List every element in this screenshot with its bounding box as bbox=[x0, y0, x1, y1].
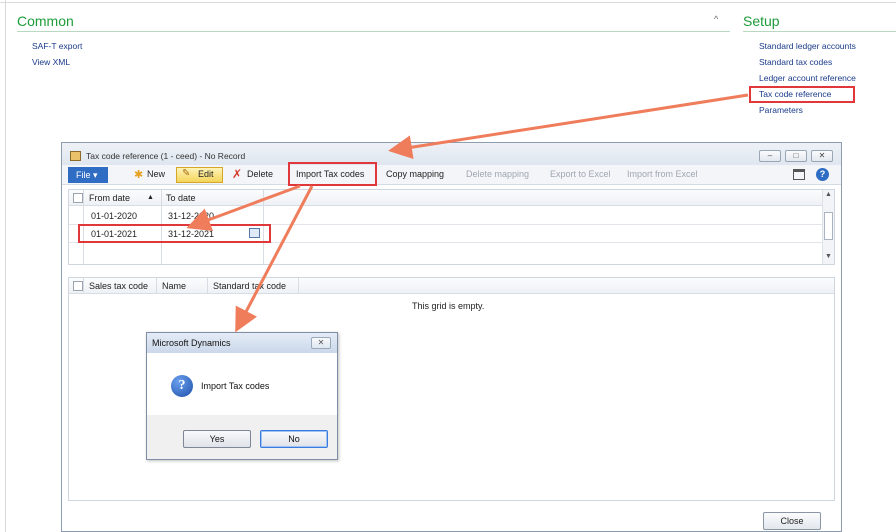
setup-section-rule bbox=[743, 31, 896, 32]
edit-button[interactable]: Edit bbox=[198, 169, 214, 179]
date-grid-header: From date ▲ To date bbox=[69, 190, 834, 206]
link-saft-export[interactable]: SAF-T export bbox=[32, 41, 82, 51]
from-date-cell[interactable]: 01-01-2020 bbox=[91, 211, 137, 221]
no-button[interactable]: No bbox=[260, 430, 328, 448]
annotation-box-import-tax-codes bbox=[288, 162, 377, 186]
file-menu-label: File bbox=[76, 170, 91, 180]
dialog-close-icon[interactable]: ✕ bbox=[311, 337, 331, 349]
select-all-checkbox[interactable] bbox=[73, 281, 83, 291]
annotation-box-tax-code-reference bbox=[749, 86, 855, 103]
page-left-edge bbox=[0, 0, 6, 532]
page-top-border bbox=[0, 2, 896, 3]
vertical-scrollbar[interactable]: ▲ ▼ bbox=[822, 190, 834, 264]
close-button[interactable]: Close bbox=[763, 512, 821, 530]
common-section-title: Common bbox=[17, 13, 74, 29]
close-icon[interactable]: ✕ bbox=[811, 150, 833, 162]
question-icon: ? bbox=[171, 375, 193, 397]
link-standard-ledger-accounts[interactable]: Standard ledger accounts bbox=[759, 41, 856, 51]
window-title-bar[interactable]: Tax code reference (1 - ceed) - No Recor… bbox=[62, 143, 841, 165]
minimize-icon[interactable]: – bbox=[759, 150, 781, 162]
col-to-date[interactable]: To date bbox=[166, 193, 196, 203]
confirm-dialog: Microsoft Dynamics ✕ ? Import Tax codes … bbox=[146, 332, 338, 460]
common-section-rule bbox=[17, 31, 730, 32]
help-icon[interactable]: ? bbox=[816, 168, 829, 181]
to-date-cell[interactable]: 31-12-2020 bbox=[168, 211, 214, 221]
collapse-chevron-icon[interactable]: ^ bbox=[714, 14, 718, 24]
yes-button[interactable]: Yes bbox=[183, 430, 251, 448]
setup-section-title: Setup bbox=[743, 13, 780, 29]
export-to-excel-button[interactable]: Export to Excel bbox=[550, 169, 611, 179]
grid-divider bbox=[156, 278, 157, 294]
dialog-title-bar[interactable]: Microsoft Dynamics ✕ bbox=[147, 333, 337, 353]
new-star-icon: ✱ bbox=[134, 169, 144, 181]
delete-x-icon: ✗ bbox=[232, 167, 243, 181]
delete-mapping-button[interactable]: Delete mapping bbox=[466, 169, 529, 179]
file-menu-button[interactable]: File ▾ bbox=[68, 167, 108, 183]
dialog-title: Microsoft Dynamics bbox=[152, 338, 231, 348]
link-standard-tax-codes[interactable]: Standard tax codes bbox=[759, 57, 832, 67]
col-standard-tax-code[interactable]: Standard tax code bbox=[213, 281, 286, 291]
new-button[interactable]: New bbox=[147, 169, 165, 179]
delete-button[interactable]: Delete bbox=[247, 169, 273, 179]
dialog-message: Import Tax codes bbox=[201, 381, 270, 391]
scroll-down-icon[interactable]: ▼ bbox=[825, 253, 832, 260]
col-sales-tax-code[interactable]: Sales tax code bbox=[89, 281, 148, 291]
import-from-excel-button[interactable]: Import from Excel bbox=[627, 169, 698, 179]
annotation-box-selected-row bbox=[78, 224, 271, 243]
layout-icon[interactable] bbox=[793, 169, 805, 180]
select-all-checkbox[interactable] bbox=[73, 193, 83, 203]
maximize-icon[interactable]: □ bbox=[785, 150, 807, 162]
pencil-icon: ✎ bbox=[182, 168, 191, 179]
grid-divider bbox=[207, 278, 208, 294]
action-pane: File ▾ ✱ New ✎ Edit ✗ Delete Import Tax … bbox=[62, 165, 841, 185]
tax-code-grid-header: Sales tax code Name Standard tax code bbox=[69, 278, 834, 294]
table-row[interactable]: 01-01-2020 31-12-2020 bbox=[69, 207, 834, 224]
link-parameters[interactable]: Parameters bbox=[759, 105, 803, 115]
scroll-thumb[interactable] bbox=[824, 212, 833, 240]
grid-divider bbox=[83, 278, 84, 294]
form-icon bbox=[70, 151, 81, 161]
link-view-xml[interactable]: View XML bbox=[32, 57, 70, 67]
window-title: Tax code reference (1 - ceed) - No Recor… bbox=[86, 151, 246, 161]
col-name[interactable]: Name bbox=[162, 281, 186, 291]
scroll-up-icon[interactable]: ▲ bbox=[825, 191, 832, 198]
col-from-date[interactable]: From date bbox=[89, 193, 130, 203]
copy-mapping-button[interactable]: Copy mapping bbox=[386, 169, 444, 179]
link-ledger-account-reference[interactable]: Ledger account reference bbox=[759, 73, 856, 83]
grid-divider bbox=[298, 278, 299, 294]
grid-empty-message: This grid is empty. bbox=[412, 301, 485, 311]
sort-asc-icon: ▲ bbox=[147, 194, 154, 201]
chevron-down-icon: ▾ bbox=[93, 170, 98, 180]
